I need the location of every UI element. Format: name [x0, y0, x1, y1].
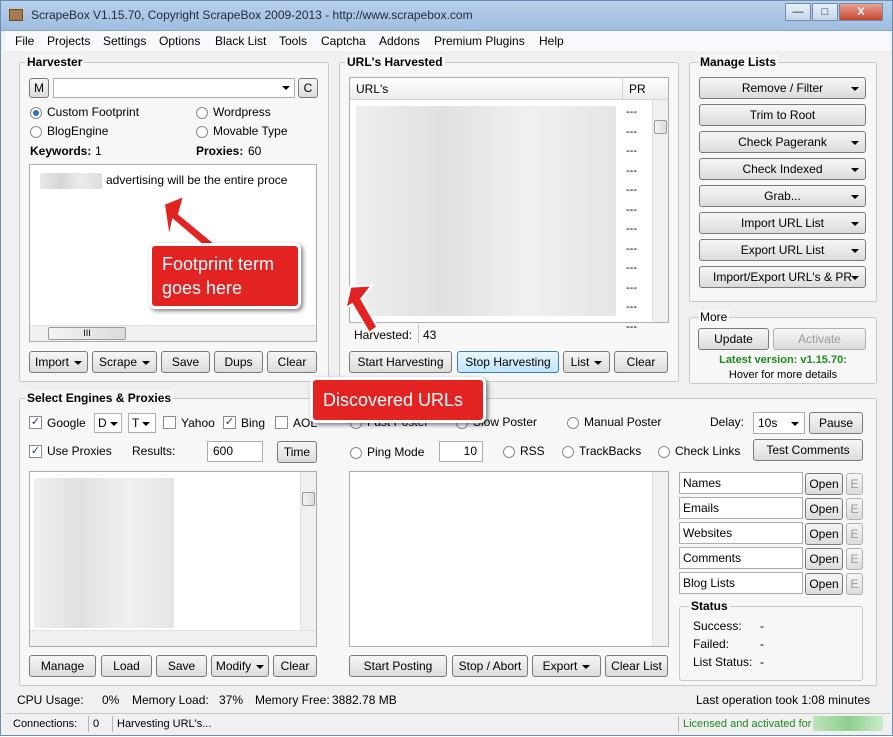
app-window: ScrapeBox V1.15.70, Copyright ScrapeBox … [0, 0, 893, 736]
annotation-arrows [162, 194, 379, 335]
discovered-arrow [344, 284, 379, 335]
discovered-callout: Discovered URLs [310, 377, 486, 423]
footprint-callout: Footprint term goes here [149, 243, 301, 309]
